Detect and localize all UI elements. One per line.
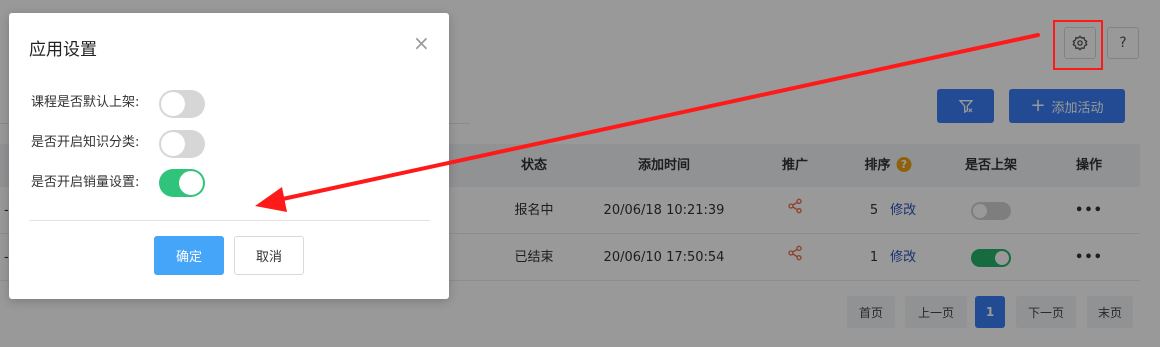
toggle-knob: [179, 171, 203, 195]
toggle-knob: [161, 132, 185, 156]
confirm-button[interactable]: 确定: [154, 236, 224, 275]
close-icon[interactable]: ×: [413, 33, 430, 53]
sales-setting-toggle[interactable]: [159, 169, 205, 197]
dialog-divider: [29, 220, 430, 221]
knowledge-category-toggle[interactable]: [159, 130, 205, 158]
option-sales-setting-label: 是否开启销量设置:: [31, 175, 140, 190]
default-on-shelf-toggle[interactable]: [159, 90, 205, 118]
app-settings-dialog: 应用设置 × 课程是否默认上架: 是否开启知识分类: 是否开启销量设置: 确定 …: [9, 13, 449, 299]
cancel-button[interactable]: 取消: [234, 236, 304, 275]
option-knowledge-category-label: 是否开启知识分类:: [31, 135, 140, 150]
dialog-title: 应用设置: [29, 40, 97, 60]
toggle-knob: [161, 92, 185, 116]
option-default-on-shelf-label: 课程是否默认上架:: [31, 95, 140, 110]
